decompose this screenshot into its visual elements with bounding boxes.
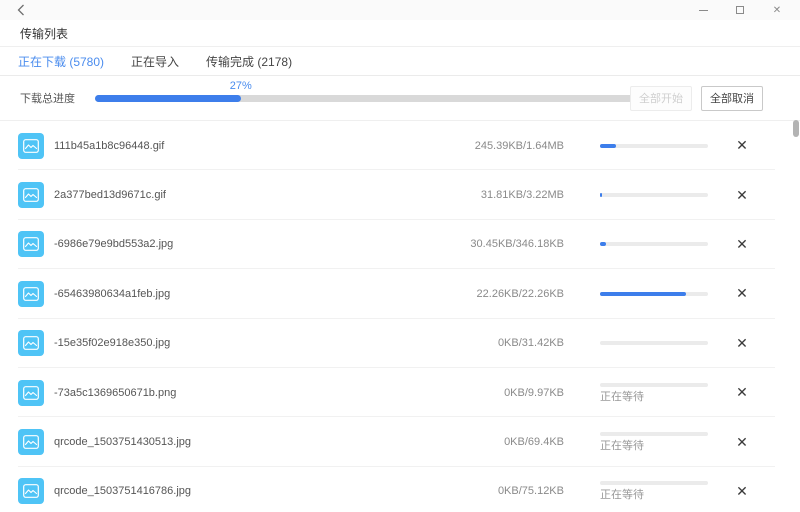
file-progress-cell: 正在等待 <box>600 432 708 452</box>
file-name: 111b45a1b8c96448.gif <box>54 139 165 152</box>
back-icon[interactable] <box>13 2 29 18</box>
file-progress-bar <box>600 432 708 437</box>
file-row: -65463980634a1feb.jpg 22.26KB/22.26KB ✕ <box>0 269 800 319</box>
file-progress-fill <box>600 242 607 247</box>
file-row: -73a5c1369650671b.png 0KB/9.97KB 正在等待 ✕ <box>0 368 800 418</box>
file-progress-fill <box>600 291 687 296</box>
file-row: -15e35f02e918e350.jpg 0KB/31.42KB ✕ <box>0 319 800 369</box>
file-progress-cell <box>600 242 708 247</box>
image-file-icon <box>18 379 44 406</box>
file-size: 22.26KB/22.26KB <box>476 287 564 300</box>
overall-progress-bar: 27% <box>95 80 635 102</box>
image-file-icon <box>18 231 44 258</box>
file-status: 正在等待 <box>600 390 644 403</box>
file-progress-cell <box>600 143 708 148</box>
image-file-icon <box>18 280 44 307</box>
cancel-download-icon[interactable]: ✕ <box>734 335 750 351</box>
window-controls: ✕ <box>694 2 786 18</box>
file-name: -15e35f02e918e350.jpg <box>54 337 171 350</box>
overall-progress-section: 下载总进度 27% 全部开始 全部取消 <box>0 76 800 121</box>
file-size: 0KB/69.4KB <box>504 436 564 449</box>
minimize-icon[interactable] <box>694 2 712 18</box>
file-name: -6986e79e9bd553a2.jpg <box>54 238 174 251</box>
file-row: qrcode_1503751430513.jpg 0KB/69.4KB 正在等待… <box>0 417 800 468</box>
overall-progress-percent: 27% <box>229 79 252 92</box>
file-progress-fill <box>600 193 603 198</box>
tab-completed[interactable]: 传输完成 (2178) <box>206 53 292 70</box>
file-progress-cell <box>600 193 708 198</box>
file-progress-cell: 正在等待 <box>600 382 708 403</box>
file-name: 2a377bed13d9671c.gif <box>54 189 166 202</box>
cancel-download-icon[interactable]: ✕ <box>734 137 750 154</box>
file-name: -73a5c1369650671b.png <box>54 386 177 399</box>
file-size: 0KB/31.42KB <box>497 337 564 350</box>
file-progress-bar <box>600 481 708 486</box>
file-status: 正在等待 <box>600 440 644 453</box>
cancel-download-icon[interactable]: ✕ <box>734 187 750 203</box>
tab-bar: 正在下载 (5780) 正在导入 传输完成 (2178) <box>0 47 800 76</box>
cancel-download-icon[interactable]: ✕ <box>734 285 750 302</box>
file-row: 2a377bed13d9671c.gif 31.81KB/3.22MB ✕ <box>0 170 800 221</box>
file-progress-bar <box>600 143 708 148</box>
file-progress-cell <box>600 341 708 346</box>
file-row: 111b45a1b8c96448.gif 245.39KB/1.64MB ✕ <box>0 121 800 171</box>
start-all-button[interactable]: 全部开始 <box>630 85 692 111</box>
image-file-icon <box>18 330 44 357</box>
file-progress-bar <box>600 291 708 296</box>
cancel-download-icon[interactable]: ✕ <box>734 434 750 450</box>
file-size: 30.45KB/346.18KB <box>470 238 564 251</box>
file-progress-cell: 正在等待 <box>600 481 708 501</box>
file-size: 0KB/75.12KB <box>497 485 564 498</box>
close-icon[interactable]: ✕ <box>768 2 786 18</box>
page-title: 传输列表 <box>20 26 69 41</box>
file-progress-bar <box>600 341 708 346</box>
file-size: 31.81KB/3.22MB <box>480 189 564 202</box>
image-file-icon <box>18 429 44 456</box>
file-list: 111b45a1b8c96448.gif 245.39KB/1.64MB ✕ 2… <box>0 121 800 512</box>
file-progress-bar <box>600 242 708 247</box>
file-row: -6986e79e9bd553a2.jpg 30.45KB/346.18KB ✕ <box>0 220 800 270</box>
overall-progress-fill <box>95 94 241 102</box>
image-file-icon <box>18 182 44 209</box>
image-file-icon <box>18 478 44 505</box>
tab-importing[interactable]: 正在导入 <box>131 53 179 70</box>
title-bar: ✕ <box>0 0 800 20</box>
file-row: qrcode_1503751416786.jpg 0KB/75.12KB 正在等… <box>0 467 800 512</box>
file-progress-bar <box>600 382 708 387</box>
file-progress-fill <box>600 143 617 148</box>
overall-buttons: 全部开始 全部取消 <box>630 76 763 120</box>
cancel-download-icon[interactable]: ✕ <box>734 483 750 499</box>
file-size: 0KB/9.97KB <box>504 386 564 399</box>
file-name: -65463980634a1feb.jpg <box>54 287 171 300</box>
cancel-download-icon[interactable]: ✕ <box>734 384 750 401</box>
page-header: 传输列表 <box>0 20 800 47</box>
file-status: 正在等待 <box>600 489 644 502</box>
maximize-icon[interactable] <box>731 2 749 18</box>
image-file-icon <box>18 132 44 159</box>
overall-progress-label: 下载总进度 <box>20 93 75 105</box>
file-name: qrcode_1503751430513.jpg <box>54 436 192 449</box>
file-progress-bar <box>600 193 708 198</box>
tab-downloading[interactable]: 正在下载 (5780) <box>18 53 104 70</box>
scrollbar-thumb[interactable] <box>793 120 799 137</box>
file-progress-cell <box>600 291 708 296</box>
file-name: qrcode_1503751416786.jpg <box>54 485 192 498</box>
cancel-all-button[interactable]: 全部取消 <box>701 85 763 111</box>
file-size: 245.39KB/1.64MB <box>474 139 564 152</box>
cancel-download-icon[interactable]: ✕ <box>734 236 750 252</box>
